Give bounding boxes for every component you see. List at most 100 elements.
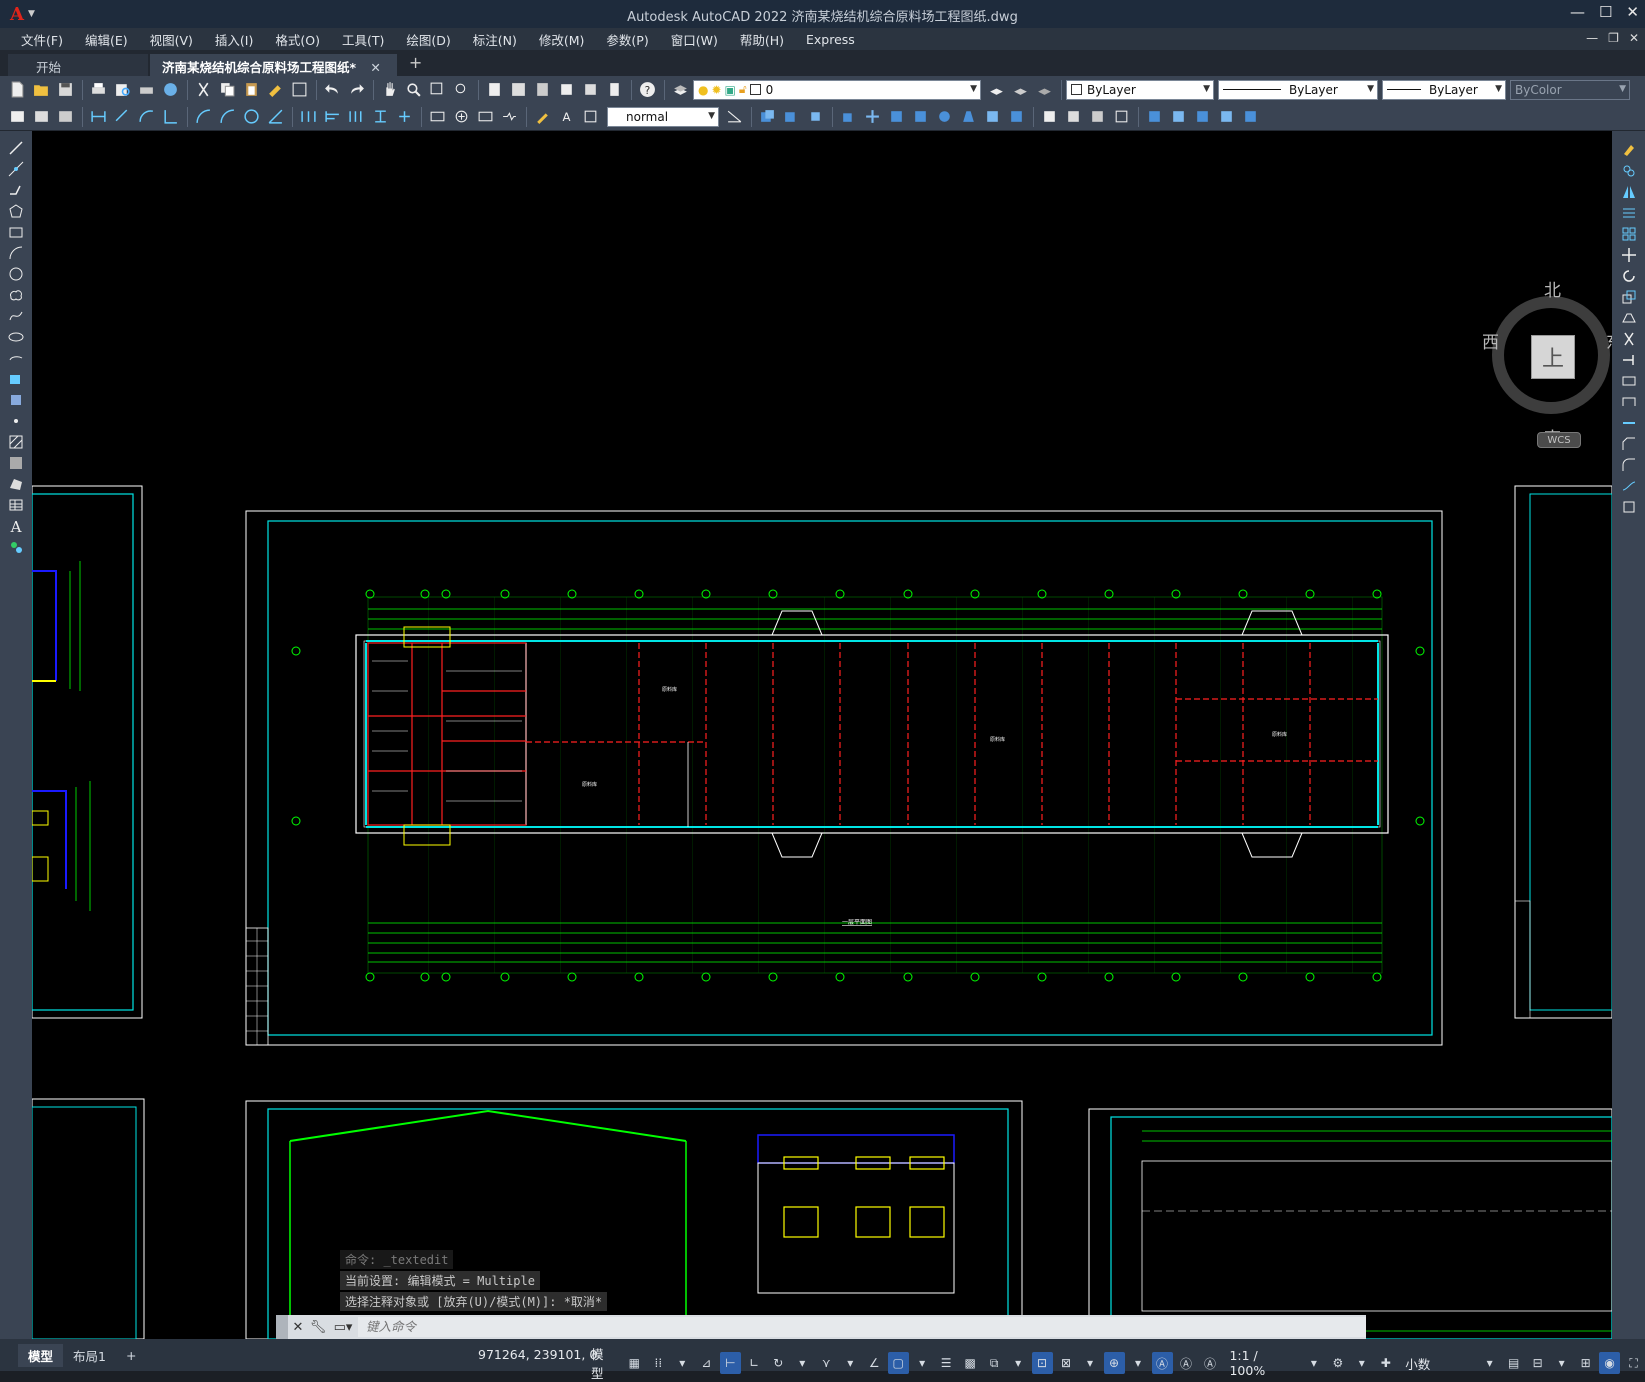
add-selected-icon[interactable] xyxy=(4,537,28,557)
doc-restore-button[interactable]: ❐ xyxy=(1608,31,1619,45)
doc-minimize-button[interactable]: — xyxy=(1586,31,1598,45)
rotate-faces-icon[interactable] xyxy=(933,106,955,128)
block-editor-icon[interactable] xyxy=(288,79,310,101)
break-icon[interactable] xyxy=(1617,392,1641,412)
color-dropdown[interactable]: ByLayer ▼ xyxy=(1066,79,1214,100)
union-icon[interactable] xyxy=(756,106,778,128)
new-icon[interactable] xyxy=(6,79,28,101)
make-block-icon[interactable] xyxy=(4,390,28,410)
check-icon[interactable] xyxy=(1143,106,1165,128)
compass-west[interactable]: 西 xyxy=(1482,328,1499,353)
menu-edit[interactable]: 编辑(E) xyxy=(74,30,139,49)
delete-faces-icon[interactable] xyxy=(909,106,931,128)
properties-icon[interactable] xyxy=(483,79,505,101)
dim-style-icon[interactable] xyxy=(30,106,52,128)
copy-icon[interactable] xyxy=(216,79,238,101)
tolerance-icon[interactable] xyxy=(426,106,448,128)
region-icon[interactable] xyxy=(4,474,28,494)
doc-close-button[interactable]: ✕ xyxy=(1629,31,1639,45)
ellipse-icon[interactable] xyxy=(4,327,28,347)
text-style-icon[interactable] xyxy=(6,106,28,128)
interfere-icon[interactable] xyxy=(1215,106,1237,128)
dim-text-edit-icon[interactable]: A xyxy=(555,106,577,128)
close-button[interactable]: ✕ xyxy=(1626,3,1639,21)
fillet-icon[interactable] xyxy=(1617,455,1641,475)
redo-icon[interactable] xyxy=(345,79,367,101)
shell-icon[interactable] xyxy=(1110,106,1132,128)
spline-icon[interactable] xyxy=(4,306,28,326)
lineweight-dropdown[interactable]: ByLayer ▼ xyxy=(1382,79,1506,100)
explode-icon[interactable] xyxy=(1617,497,1641,517)
units-value[interactable]: 小数 xyxy=(1399,1354,1476,1373)
layer-properties-icon[interactable] xyxy=(669,79,691,101)
customize-wrench-icon[interactable]: 🔧︎ xyxy=(308,1320,328,1335)
dim-break-icon[interactable] xyxy=(393,106,415,128)
trim-icon[interactable] xyxy=(1617,329,1641,349)
separate-icon[interactable] xyxy=(1086,106,1108,128)
thicken-icon[interactable] xyxy=(1239,106,1261,128)
menu-draw[interactable]: 绘图(D) xyxy=(395,30,461,49)
menu-help[interactable]: 帮助(H) xyxy=(729,30,795,49)
color-faces-icon[interactable] xyxy=(1005,106,1027,128)
line-tool-icon[interactable] xyxy=(4,138,28,158)
clean-icon[interactable] xyxy=(1062,106,1084,128)
design-center-icon[interactable] xyxy=(507,79,529,101)
offset-faces-icon[interactable] xyxy=(885,106,907,128)
ellipse-arc-icon[interactable] xyxy=(4,348,28,368)
help-icon[interactable]: ? xyxy=(636,79,658,101)
menu-parametric[interactable]: 参数(P) xyxy=(595,30,659,49)
center-mark-icon[interactable] xyxy=(450,106,472,128)
new-tab-button[interactable]: + xyxy=(399,53,432,76)
arc-icon[interactable] xyxy=(4,243,28,263)
tab-drawing[interactable]: 济南某烧结机综合原料场工程图纸* ✕ xyxy=(150,54,397,76)
multiline-text-icon[interactable]: A xyxy=(4,516,28,536)
scale-icon[interactable] xyxy=(1617,287,1641,307)
taper-faces-icon[interactable] xyxy=(957,106,979,128)
print-icon[interactable] xyxy=(87,79,109,101)
jogged-dim-icon[interactable] xyxy=(216,106,238,128)
insert-block-icon[interactable] xyxy=(4,369,28,389)
angular-dim-icon[interactable] xyxy=(264,106,286,128)
subtract-icon[interactable] xyxy=(780,106,802,128)
quick-dim-icon[interactable] xyxy=(297,106,319,128)
dim-space-icon[interactable] xyxy=(369,106,391,128)
linetype-dropdown[interactable]: ByLayer ▼ xyxy=(1218,79,1378,100)
extrude-icon[interactable] xyxy=(837,106,859,128)
extend-icon[interactable] xyxy=(1617,350,1641,370)
aligned-dim-icon[interactable] xyxy=(111,106,133,128)
menu-express[interactable]: Express xyxy=(795,32,866,47)
wcs-menu-button[interactable]: WCS xyxy=(1537,432,1581,448)
plotstyle-dropdown[interactable]: ByColor ▼ xyxy=(1510,79,1630,100)
hatch-icon[interactable] xyxy=(4,432,28,452)
menu-file[interactable]: 文件(F) xyxy=(10,30,74,49)
command-input[interactable] xyxy=(358,1317,1366,1337)
pan-icon[interactable] xyxy=(378,79,400,101)
calculator-icon[interactable] xyxy=(603,79,625,101)
coordinates-readout[interactable]: 971264, 239101, 0 xyxy=(478,1347,597,1362)
mirror-icon[interactable] xyxy=(1617,182,1641,202)
ordinate-dim-icon[interactable] xyxy=(159,106,181,128)
dim-update-icon[interactable] xyxy=(579,106,601,128)
drawing-canvas[interactable]: 原料库 原料库 原料库 原料库 一层平面图 上 北 西 WCS xyxy=(32,131,1612,1339)
section-icon[interactable] xyxy=(1191,106,1213,128)
tab-layout1[interactable]: 布局1 xyxy=(63,1344,116,1367)
viewcube[interactable]: 上 北 南 西 东 WCS xyxy=(1452,276,1612,456)
layer-previous-icon[interactable] xyxy=(1009,79,1031,101)
menu-dimension[interactable]: 标注(N) xyxy=(462,30,528,49)
zoom-realtime-icon[interactable] xyxy=(402,79,424,101)
command-grip-handle[interactable] xyxy=(276,1315,288,1339)
plot-icon[interactable] xyxy=(135,79,157,101)
menu-format[interactable]: 格式(O) xyxy=(264,30,331,49)
zoom-previous-icon[interactable] xyxy=(450,79,472,101)
array-icon[interactable] xyxy=(1617,224,1641,244)
open-icon[interactable] xyxy=(30,79,52,101)
viewcube-top-face[interactable]: 上 xyxy=(1531,335,1575,379)
maximize-button[interactable]: ☐ xyxy=(1599,3,1612,21)
tab-close-icon[interactable]: ✕ xyxy=(370,60,380,75)
blend-curves-icon[interactable] xyxy=(1617,476,1641,496)
offset-icon[interactable] xyxy=(1617,203,1641,223)
dim-style-dropdown[interactable]: normal ▼ xyxy=(607,106,719,127)
stretch-icon[interactable] xyxy=(1617,308,1641,328)
paste-icon[interactable] xyxy=(240,79,262,101)
copy-faces-icon[interactable] xyxy=(981,106,1003,128)
